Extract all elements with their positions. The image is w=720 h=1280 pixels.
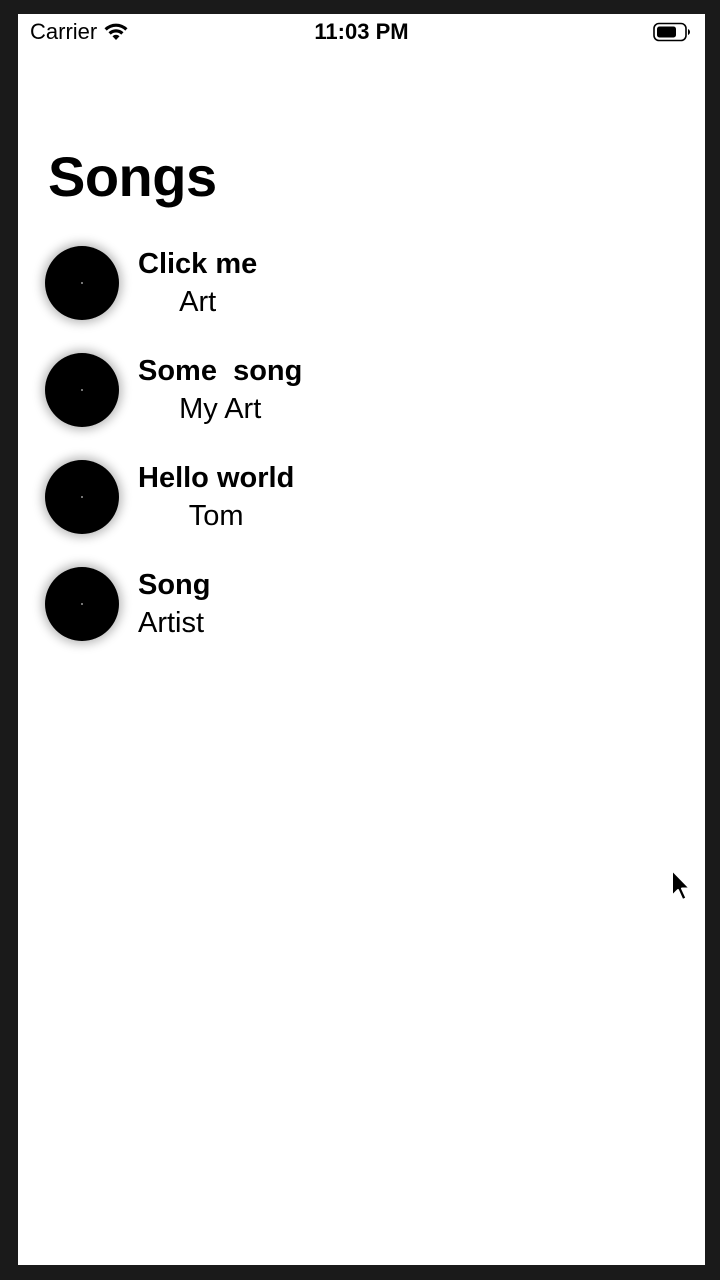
song-row[interactable]: Hello world Tom [18, 458, 705, 565]
vinyl-disc-icon [45, 567, 119, 641]
status-time: 11:03 PM [314, 19, 409, 44]
status-bar: Carrier 11:03 PM [18, 14, 705, 50]
disc-center-hole [81, 282, 83, 284]
song-row[interactable]: Some song My Art [18, 351, 705, 458]
battery-icon [653, 22, 690, 42]
song-row[interactable]: Song Artist [18, 565, 705, 672]
song-list: Click me Art Some song My Art Hello worl… [18, 244, 705, 672]
song-text: Song Artist [138, 567, 211, 643]
song-title: Some song [138, 355, 303, 387]
disc-center-hole [81, 603, 83, 605]
song-artist: Art [179, 286, 217, 318]
song-artist: My Art [179, 393, 262, 425]
song-title: Click me [138, 248, 258, 280]
song-text: Some song My Art [138, 353, 302, 429]
vinyl-disc-icon [45, 460, 119, 534]
song-artist: Artist [138, 607, 205, 639]
vinyl-disc-icon [45, 353, 119, 427]
song-row[interactable]: Click me Art [18, 244, 705, 351]
disc-center-hole [81, 496, 83, 498]
page-title: Songs [48, 145, 217, 208]
song-title: Hello world [138, 462, 295, 494]
app-screen: Carrier 11:03 PM Songs Click me Art Some… [18, 14, 705, 1265]
song-text: Click me Art [138, 246, 257, 322]
song-artist: Tom [188, 500, 244, 532]
disc-center-hole [81, 389, 83, 391]
mouse-cursor-icon [671, 869, 691, 901]
vinyl-disc-icon [45, 246, 119, 320]
song-text: Hello world Tom [138, 460, 294, 536]
song-title: Song [138, 569, 211, 601]
